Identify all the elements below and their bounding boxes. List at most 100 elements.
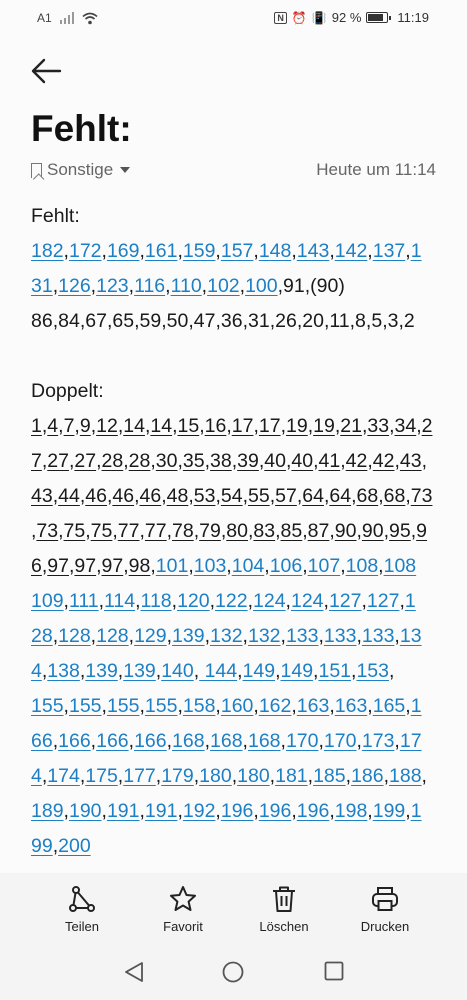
number-link[interactable]: 162 — [259, 695, 292, 717]
number-link[interactable]: 189 — [31, 800, 64, 822]
number-link[interactable]: 192 — [183, 800, 216, 822]
number-link[interactable]: 133 — [286, 625, 319, 647]
number-link[interactable]: 124 — [253, 590, 286, 612]
print-button[interactable]: Drucken — [345, 883, 425, 934]
number-link[interactable]: 143 — [297, 240, 330, 262]
number-link[interactable]: 1 — [411, 695, 422, 717]
number-link[interactable]: 118 — [141, 590, 172, 612]
number-link[interactable]: 1 — [411, 240, 422, 262]
number-link[interactable]: 188 — [389, 765, 422, 787]
number-link[interactable]: 160 — [221, 695, 254, 717]
number-link[interactable]: 100 — [245, 275, 278, 297]
number-link[interactable]: 139 — [172, 625, 205, 647]
favorite-button[interactable]: Favorit — [143, 883, 223, 934]
number-link[interactable]: 132 — [210, 625, 243, 647]
number-link[interactable]: 151 — [318, 660, 351, 682]
number-link[interactable]: 122 — [215, 590, 248, 612]
number-link[interactable]: 144 — [199, 660, 238, 682]
number-link[interactable]: 31 — [31, 275, 53, 297]
number-link[interactable]: 109 — [31, 590, 64, 612]
number-link[interactable]: 149 — [243, 660, 276, 682]
number-link[interactable]: 142 — [335, 240, 368, 262]
number-link[interactable]: 107 — [308, 555, 341, 577]
number-link[interactable]: 166 — [96, 730, 129, 752]
number-link[interactable]: 138 — [47, 660, 80, 682]
nav-back-icon[interactable] — [124, 961, 144, 983]
number-link[interactable]: 99 — [31, 835, 53, 857]
number-link[interactable]: 158 — [183, 695, 216, 717]
number-link[interactable]: 166 — [58, 730, 91, 752]
number-link[interactable]: 111 — [69, 590, 99, 612]
number-link[interactable]: 17 — [400, 730, 422, 752]
number-link[interactable]: 166 — [134, 730, 167, 752]
number-link[interactable]: 180 — [199, 765, 232, 787]
number-link[interactable]: 106 — [270, 555, 303, 577]
number-link[interactable]: 177 — [123, 765, 156, 787]
number-link[interactable]: 155 — [107, 695, 140, 717]
number-link[interactable]: 133 — [362, 625, 395, 647]
number-link[interactable]: 103 — [194, 555, 227, 577]
number-link[interactable]: 191 — [145, 800, 178, 822]
nav-recents-icon[interactable] — [324, 961, 344, 981]
number-link[interactable]: 173 — [362, 730, 395, 752]
number-link[interactable]: 200 — [58, 835, 91, 857]
number-link[interactable]: 108 — [384, 555, 417, 577]
number-link[interactable]: 4 — [31, 660, 42, 682]
number-link[interactable]: 139 — [123, 660, 156, 682]
number-link[interactable]: 133 — [324, 625, 357, 647]
number-link[interactable]: 102 — [207, 275, 240, 297]
number-link[interactable]: 190 — [69, 800, 102, 822]
number-link[interactable]: 128 — [96, 625, 129, 647]
number-link[interactable]: 126 — [58, 275, 91, 297]
number-link[interactable]: 170 — [324, 730, 357, 752]
back-button[interactable] — [30, 56, 64, 86]
number-link[interactable]: 128 — [58, 625, 91, 647]
number-link[interactable]: 123 — [96, 275, 129, 297]
number-link[interactable]: 104 — [232, 555, 265, 577]
number-link[interactable]: 1 — [411, 800, 422, 822]
number-link[interactable]: 182 — [31, 240, 64, 262]
number-link[interactable]: 120 — [177, 590, 210, 612]
number-link[interactable]: 132 — [248, 625, 281, 647]
number-link[interactable]: 139 — [85, 660, 118, 682]
number-link[interactable]: 196 — [221, 800, 254, 822]
number-link[interactable]: 175 — [85, 765, 118, 787]
number-link[interactable]: 198 — [335, 800, 368, 822]
number-link[interactable]: 168 — [172, 730, 205, 752]
number-link[interactable]: 129 — [134, 625, 167, 647]
number-link[interactable]: 179 — [161, 765, 194, 787]
number-link[interactable]: 174 — [47, 765, 80, 787]
number-link[interactable]: 163 — [297, 695, 330, 717]
number-link[interactable]: 149 — [281, 660, 314, 682]
number-link[interactable]: 157 — [221, 240, 254, 262]
number-link[interactable]: 186 — [351, 765, 384, 787]
number-link[interactable]: 66 — [31, 730, 53, 752]
number-link[interactable]: 199 — [373, 800, 406, 822]
number-link[interactable]: 114 — [104, 590, 135, 612]
number-link[interactable]: 108 — [346, 555, 379, 577]
number-link[interactable]: 1 — [405, 590, 416, 612]
number-link[interactable]: 181 — [275, 765, 308, 787]
number-link[interactable]: 4 — [31, 765, 42, 787]
number-link[interactable]: 101 — [156, 555, 189, 577]
number-link[interactable]: 153 — [356, 660, 389, 682]
folder-selector[interactable]: Sonstige — [31, 160, 131, 180]
number-link[interactable]: 137 — [373, 240, 406, 262]
number-link[interactable]: 185 — [313, 765, 346, 787]
number-link[interactable]: 140 — [161, 660, 194, 682]
number-link[interactable]: 170 — [286, 730, 319, 752]
number-link[interactable]: 127 — [367, 590, 400, 612]
number-link[interactable]: 155 — [69, 695, 102, 717]
number-link[interactable]: 168 — [248, 730, 281, 752]
number-link[interactable]: 148 — [259, 240, 292, 262]
number-link[interactable]: 127 — [329, 590, 362, 612]
number-link[interactable]: 169 — [107, 240, 140, 262]
number-link[interactable]: 168 — [210, 730, 243, 752]
number-link[interactable]: 163 — [335, 695, 368, 717]
number-link[interactable]: 28 — [31, 625, 53, 647]
number-link[interactable]: 196 — [297, 800, 330, 822]
number-link[interactable]: 155 — [31, 695, 64, 717]
number-link[interactable]: 116 — [134, 275, 165, 297]
number-link[interactable]: 165 — [373, 695, 406, 717]
number-link[interactable]: 180 — [237, 765, 270, 787]
